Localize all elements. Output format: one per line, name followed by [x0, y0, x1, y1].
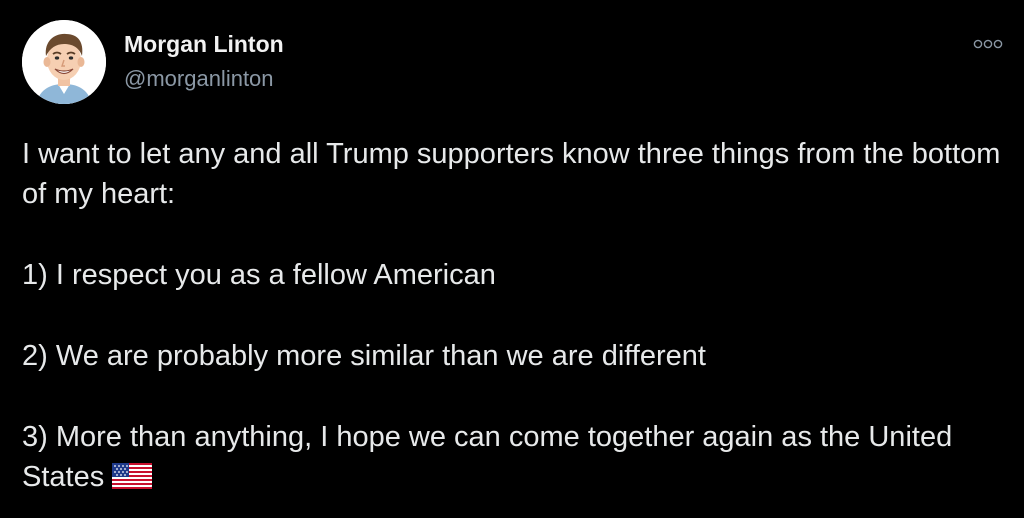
us-flag-icon [112, 460, 153, 500]
tweet-text: I want to let any and all Trump supporte… [22, 134, 1007, 500]
tweet-paragraph: I want to let any and all Trump supporte… [22, 138, 1001, 210]
more-options-icon [973, 39, 1003, 49]
cartoon-portrait-icon [22, 20, 106, 104]
tweet-paragraph-last: 3) More than anything, I hope we can com… [22, 417, 1007, 500]
tweet-paragraph-text: 3) More than anything, I hope we can com… [22, 421, 953, 493]
avatar[interactable] [22, 20, 106, 104]
tweet-card: Morgan Linton @morganlinton I want to le… [0, 0, 1024, 518]
tweet-paragraph: 1) I respect you as a fellow American [22, 259, 496, 291]
tweet-paragraph: 2) We are probably more similar than we … [22, 340, 706, 372]
more-options-button[interactable] [968, 34, 1008, 54]
author-name[interactable]: Morgan Linton [124, 31, 284, 58]
author-handle[interactable]: @morganlinton [124, 66, 274, 92]
